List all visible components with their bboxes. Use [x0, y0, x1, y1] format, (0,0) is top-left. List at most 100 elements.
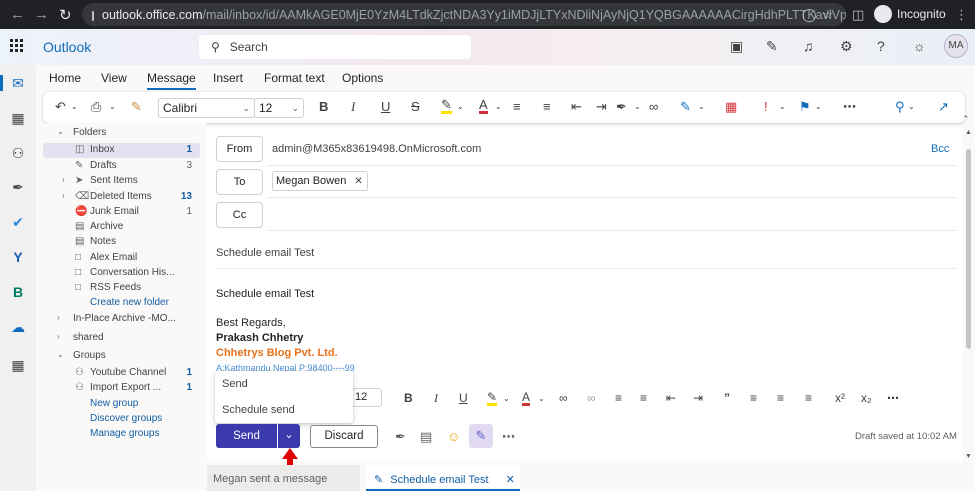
- subscript-icon[interactable]: x₂: [861, 391, 872, 405]
- folder-item-junk[interactable]: ⛔ Junk Email 1: [43, 205, 200, 220]
- attach-icon[interactable]: ✒: [616, 99, 627, 115]
- bullets-icon[interactable]: ≡: [513, 99, 521, 114]
- bell-icon[interactable]: ♫: [803, 38, 814, 54]
- scroll-thumb[interactable]: [966, 149, 971, 349]
- close-icon[interactable]: ✕: [506, 474, 515, 486]
- todo-icon[interactable]: ✎: [766, 38, 778, 55]
- tab-view[interactable]: View: [101, 71, 127, 85]
- bcc-button[interactable]: Bcc: [931, 143, 949, 155]
- recipient-chip[interactable]: Megan Bowen ✕: [272, 171, 368, 191]
- zoom-icon[interactable]: ⚲: [895, 99, 905, 115]
- paperclip-icon[interactable]: ✒: [9, 179, 27, 195]
- decrease-indent-icon[interactable]: ⇤: [571, 99, 582, 115]
- group-item-import-export[interactable]: ⚇ Import Export ... 1: [43, 381, 200, 396]
- font-color-icon[interactable]: A: [522, 391, 531, 406]
- align-right-icon[interactable]: ≡: [805, 391, 812, 405]
- italic-icon[interactable]: I: [351, 99, 355, 115]
- groups-section[interactable]: ⌄ Groups: [43, 349, 200, 364]
- sidepanel-icon[interactable]: ◫: [852, 7, 864, 23]
- link-icon[interactable]: ∞: [559, 391, 568, 405]
- menu-item-send[interactable]: Send: [222, 378, 248, 390]
- address-bar[interactable]: outlook.office.com/mail/inbox/id/AAMkAGE…: [82, 3, 846, 26]
- send-button[interactable]: Send: [216, 424, 277, 448]
- more-actions-icon[interactable]: ⋯: [502, 429, 515, 445]
- editor-icon[interactable]: ✎: [469, 424, 493, 448]
- people-icon[interactable]: ⚇: [9, 145, 27, 161]
- numbering-icon[interactable]: ≡: [640, 391, 647, 405]
- more-options-icon[interactable]: ⋯: [843, 99, 856, 115]
- undo-icon[interactable]: ↶: [55, 99, 66, 115]
- strikethrough-icon[interactable]: S: [411, 99, 420, 114]
- folder-item-deleted[interactable]: › ⌫ Deleted Items 13: [43, 190, 200, 205]
- collapse-ribbon-icon[interactable]: ⌃: [962, 114, 970, 125]
- to-button[interactable]: To: [216, 169, 263, 195]
- tag-icon[interactable]: ⚑: [799, 99, 811, 115]
- align-center-icon[interactable]: ≡: [777, 391, 784, 405]
- gear-icon[interactable]: ⚙: [840, 38, 853, 55]
- folder-item-rss-feeds[interactable]: □ RSS Feeds: [43, 281, 200, 296]
- chevron-down-icon[interactable]: ⌄: [495, 102, 502, 111]
- bold-icon[interactable]: B: [404, 391, 413, 405]
- bullets-icon[interactable]: ≡: [615, 391, 622, 405]
- scroll-down-icon[interactable]: ▼: [965, 453, 972, 460]
- chevron-down-icon[interactable]: ⌄: [815, 102, 822, 111]
- calendar-icon[interactable]: ▦: [9, 110, 27, 126]
- folder-item-conversation-history[interactable]: □ Conversation His...: [43, 266, 200, 281]
- signature-icon[interactable]: ✎: [680, 99, 691, 115]
- folder-item-archive[interactable]: ▤ Archive: [43, 220, 200, 235]
- eye-off-icon[interactable]: ◯: [802, 7, 817, 23]
- highlight-icon[interactable]: ✎: [487, 391, 498, 406]
- unlink-icon[interactable]: ∞: [587, 391, 596, 405]
- tab-home[interactable]: Home: [49, 71, 81, 85]
- decrease-indent-icon[interactable]: ⇤: [666, 391, 676, 405]
- menu-item-schedule-send[interactable]: Schedule send: [222, 404, 295, 416]
- superscript-icon[interactable]: x²: [835, 391, 845, 405]
- star-icon[interactable]: ☆: [822, 7, 834, 23]
- folder-item-sent[interactable]: › ➤ Sent Items: [43, 174, 200, 189]
- underline-icon[interactable]: U: [381, 99, 390, 114]
- underline-icon[interactable]: U: [459, 391, 468, 405]
- emoji-icon[interactable]: ☺: [447, 429, 460, 444]
- yammer-icon[interactable]: Y: [9, 249, 27, 265]
- send-options-button[interactable]: ⌄: [278, 424, 300, 448]
- compose-scrollbar[interactable]: ▲ ▼: [963, 127, 975, 465]
- more-apps-icon[interactable]: ▦: [9, 357, 27, 373]
- scroll-up-icon[interactable]: ▲: [965, 129, 972, 136]
- tab-format-text[interactable]: Format text: [264, 71, 325, 85]
- reload-icon[interactable]: ↻: [59, 6, 72, 24]
- bold-icon[interactable]: B: [319, 99, 328, 114]
- increase-indent-icon[interactable]: ⇥: [596, 99, 607, 115]
- chevron-down-icon[interactable]: ⌄: [457, 102, 464, 111]
- create-new-folder-link[interactable]: Create new folder: [43, 296, 200, 311]
- table-icon[interactable]: ▦: [725, 99, 737, 115]
- format-painter-icon[interactable]: ✎: [131, 99, 142, 115]
- folder-item-notes[interactable]: ▤ Notes: [43, 235, 200, 250]
- more-format-icon[interactable]: ⋯: [887, 391, 899, 405]
- cc-button[interactable]: Cc: [216, 202, 263, 228]
- chevron-down-icon[interactable]: ⌄: [779, 102, 786, 111]
- tab-options[interactable]: Options: [342, 71, 383, 85]
- link-icon[interactable]: ∞: [649, 99, 658, 114]
- subject-input[interactable]: Schedule email Test: [216, 247, 314, 259]
- folder-item-alex-email[interactable]: □ Alex Email: [43, 251, 200, 266]
- folder-item-drafts[interactable]: ✎ Drafts 3: [43, 159, 200, 174]
- avatar[interactable]: MA: [944, 34, 968, 58]
- discard-button[interactable]: Discard: [310, 425, 378, 448]
- onedrive-icon[interactable]: ☁: [9, 319, 27, 335]
- incognito-indicator[interactable]: Incognito: [874, 5, 946, 23]
- body-font-size-select[interactable]: 12: [352, 388, 382, 407]
- image-icon[interactable]: ▤: [420, 429, 432, 445]
- increase-indent-icon[interactable]: ⇥: [693, 391, 703, 405]
- font-color-icon[interactable]: A: [479, 98, 488, 114]
- mail-icon[interactable]: ✉: [9, 75, 27, 91]
- bottom-tab-message[interactable]: Megan sent a message: [207, 465, 360, 491]
- office-icon[interactable]: ▣: [730, 38, 743, 55]
- highlight-icon[interactable]: ✎: [441, 98, 452, 114]
- back-icon[interactable]: ←: [10, 6, 25, 23]
- bottom-tab-draft[interactable]: ✎ Schedule email Test ✕: [366, 465, 520, 491]
- app-launcher-icon[interactable]: [10, 39, 24, 53]
- shared-section[interactable]: › shared: [43, 331, 200, 346]
- new-group-link[interactable]: New group: [43, 397, 200, 412]
- todo-check-icon[interactable]: ✔: [9, 214, 27, 230]
- chevron-down-icon[interactable]: ⌄: [503, 394, 510, 403]
